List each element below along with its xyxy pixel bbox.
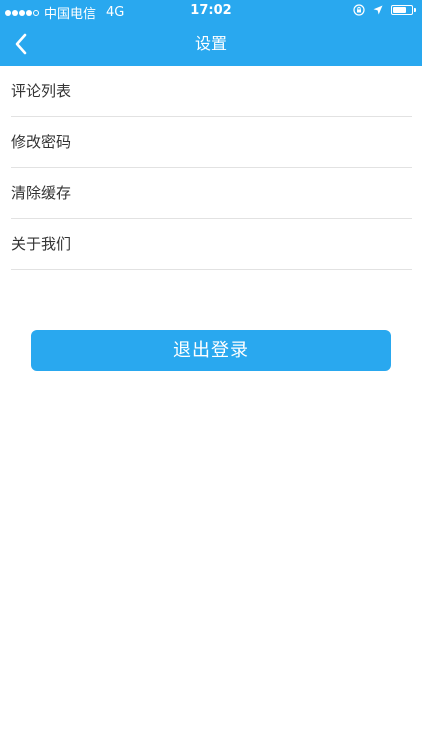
menu-item-label: 修改密码	[11, 133, 72, 151]
settings-menu-list: 评论列表 修改密码 清除缓存 关于我们	[0, 66, 422, 270]
menu-item-about-us[interactable]: 关于我们	[11, 219, 412, 270]
status-bar: 中国电信 4G 17:02	[0, 0, 422, 22]
battery-icon	[391, 5, 413, 15]
battery-fill	[393, 7, 406, 13]
menu-item-label: 清除缓存	[11, 184, 72, 202]
page-title: 设置	[194, 34, 227, 53]
menu-item-clear-cache[interactable]: 清除缓存	[11, 168, 412, 219]
menu-item-label: 评论列表	[11, 82, 72, 100]
battery-tip	[414, 8, 416, 12]
menu-item-change-password[interactable]: 修改密码	[11, 117, 412, 168]
location-arrow-icon	[373, 5, 383, 15]
rotation-lock-icon	[353, 4, 365, 16]
logout-button[interactable]: 退出登录	[31, 330, 391, 371]
menu-item-comment-list[interactable]: 评论列表	[11, 66, 412, 117]
menu-item-label: 关于我们	[11, 235, 72, 253]
status-right	[353, 4, 416, 16]
nav-bar: 设置	[0, 22, 422, 66]
